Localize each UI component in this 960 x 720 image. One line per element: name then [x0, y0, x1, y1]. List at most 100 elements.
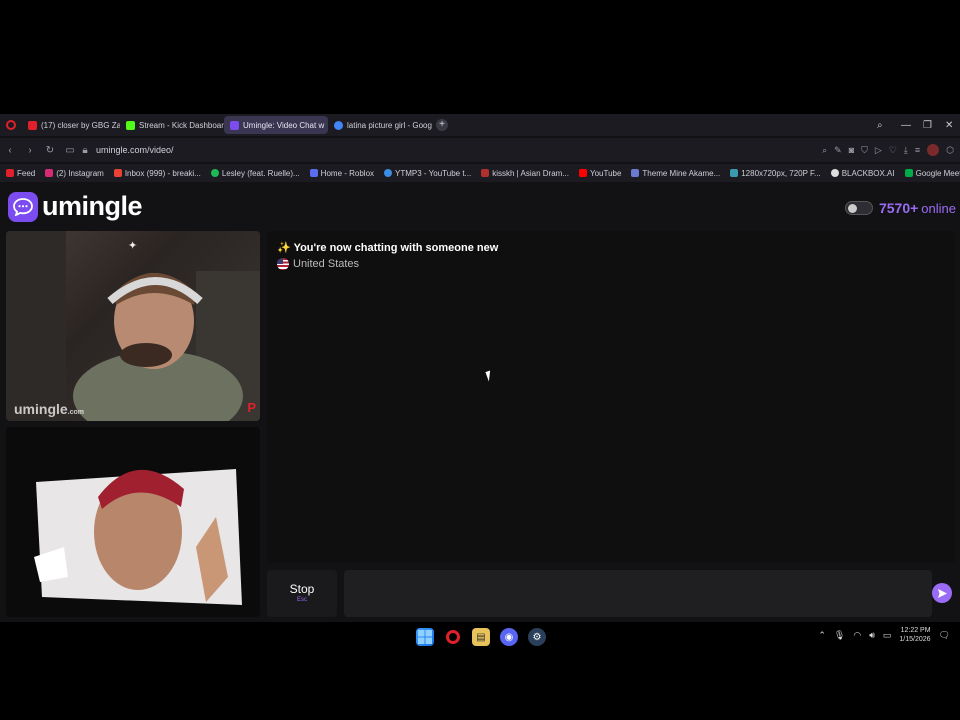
volume-icon[interactable]: 🔊︎	[869, 630, 875, 641]
opera-menu-icon[interactable]	[6, 120, 16, 130]
send-button[interactable]	[932, 583, 952, 603]
bookmark-inbox[interactable]: Inbox (999) - breaki...	[113, 169, 201, 178]
chat-log: ✨ You're now chatting with someone new U…	[267, 231, 955, 563]
bookmark-favicon-icon	[631, 169, 640, 177]
us-flag-icon	[277, 258, 289, 270]
chat-status-text: You're now chatting with someone new	[293, 242, 499, 254]
mouse-cursor-icon	[485, 370, 494, 382]
bookmark-favicon-icon	[384, 169, 393, 177]
download-icon[interactable]: ⤓	[904, 145, 908, 156]
restore-icon[interactable]: ❐	[923, 114, 932, 136]
file-explorer-icon[interactable]: ▤	[472, 628, 490, 646]
bookmark-roblox[interactable]: Home - Roblox	[309, 169, 374, 178]
forward-icon[interactable]: ›	[20, 145, 40, 156]
bookmark-feed[interactable]: Feed	[6, 169, 35, 178]
bookmark-favicon-icon	[830, 169, 839, 177]
system-tray: ⌃ 🎙︎ ◠ 🔊︎ ▭ 12:22 PM 1/15/2026 🗨︎	[818, 626, 950, 644]
stranger-video: ✦ umingle.com P	[6, 231, 260, 421]
bookmark-favicon-icon	[113, 169, 122, 177]
self-video	[6, 427, 260, 617]
bookmark-favicon-icon	[45, 169, 54, 177]
bookmark-favicon-icon	[904, 169, 913, 177]
address-bar: ‹ › ↻ ▭ 🔒︎ umingle.com/video/ ⌕ ✎ ◙ ⛉ ▷ …	[0, 138, 960, 162]
heart-icon[interactable]: ♡	[889, 145, 897, 156]
browser-tab-active[interactable]: Umingle: Video Chat w	[224, 116, 328, 134]
wifi-icon[interactable]: ◠	[853, 630, 861, 641]
menu-icon[interactable]: ≡	[915, 145, 920, 155]
clock[interactable]: 12:22 PM 1/15/2026	[899, 626, 930, 644]
screenshot-icon[interactable]: ▭	[60, 145, 80, 156]
bookmark-theme[interactable]: Theme Mine Akame...	[631, 169, 720, 178]
bookmark-meet[interactable]: Google Meet	[904, 169, 960, 178]
url-field[interactable]: umingle.com/video/	[96, 145, 174, 155]
steam-icon[interactable]: ⚙	[528, 628, 546, 646]
browser-tab[interactable]: (17) closer by GBG Zay | E	[22, 116, 120, 134]
self-video-frame	[34, 469, 242, 605]
sparkle-icon[interactable]: ✦	[128, 239, 137, 252]
notifications-icon[interactable]: 🗨︎	[939, 630, 950, 641]
show-hidden-icons-icon[interactable]: ⌃	[818, 630, 826, 641]
site-logo[interactable]: umingle	[8, 191, 143, 222]
bookmark-favicon-icon	[6, 169, 14, 177]
bookmark-favicon-icon	[730, 169, 739, 177]
bookmark-ytmp3[interactable]: YTMP3 - YouTube t...	[384, 169, 471, 178]
tab-title: Umingle: Video Chat w	[243, 120, 325, 130]
tab-favicon-icon	[334, 120, 343, 130]
windows-start-icon[interactable]	[416, 628, 434, 646]
microphone-icon[interactable]: 🎙︎	[834, 630, 845, 641]
bookmarks-bar: Feed (2) Instagram Inbox (999) - breaki.…	[0, 164, 960, 182]
stranger-country: United States	[277, 258, 359, 270]
browser-tab[interactable]: Stream - Kick Dashboard	[120, 116, 224, 134]
online-indicator: 7570+ online	[844, 200, 956, 216]
send-icon	[937, 588, 947, 598]
country-name: United States	[293, 258, 360, 270]
theme-toggle[interactable]	[844, 201, 873, 215]
online-label: online	[921, 200, 956, 216]
new-tab-button[interactable]: +	[436, 119, 448, 131]
bookmark-youtube[interactable]: YouTube	[578, 169, 621, 178]
online-count: 7570+	[878, 200, 919, 216]
message-input[interactable]	[344, 570, 932, 617]
tab-title: Stream - Kick Dashboard	[139, 120, 224, 130]
discord-icon[interactable]: ◉	[500, 628, 518, 646]
shield-icon[interactable]: ⛉	[861, 145, 868, 156]
stop-label: Stop	[289, 582, 315, 596]
browser-window: (17) closer by GBG Zay | E Stream - Kick…	[0, 114, 960, 622]
browser-tab[interactable]: latina picture girl - Google	[328, 116, 432, 134]
bookmark-kisskh[interactable]: kisskh | Asian Dram...	[481, 169, 569, 178]
opera-taskbar-icon[interactable]	[444, 628, 462, 646]
umingle-page: umingle 7570+ online ✦ umingle.com P ✨ Y…	[0, 184, 960, 622]
report-icon[interactable]: P	[247, 400, 256, 415]
lock-icon: 🔒︎	[82, 144, 88, 156]
battery-icon[interactable]: ▭	[883, 630, 892, 641]
chat-bubble-icon	[8, 191, 38, 222]
search-tabs-icon[interactable]: ⌕	[877, 114, 883, 136]
camera-icon[interactable]: ◙	[849, 145, 854, 155]
bookmark-favicon-icon	[309, 169, 318, 177]
clock-time: 12:22 PM	[900, 627, 931, 634]
close-window-icon[interactable]: ✕	[945, 114, 953, 136]
tab-favicon-icon	[230, 120, 239, 130]
play-icon[interactable]: ▷	[875, 145, 882, 156]
bookmark-blackbox[interactable]: BLACKBOX.AI	[830, 169, 895, 178]
search-page-icon[interactable]: ⌕	[822, 145, 827, 156]
stranger-video-frame	[6, 231, 260, 421]
reload-icon[interactable]: ↻	[40, 145, 60, 156]
clock-date: 1/15/2026	[899, 636, 931, 643]
back-icon[interactable]: ‹	[0, 145, 20, 156]
bookmark-wallpaper[interactable]: 1280x720px, 720P F...	[730, 169, 821, 178]
sparkles-icon: ✨	[277, 242, 291, 254]
bookmark-lesley[interactable]: Lesley (feat. Ruelle)...	[210, 169, 300, 178]
edit-icon[interactable]: ✎	[834, 145, 842, 156]
logo-text: umingle	[42, 191, 143, 221]
bookmark-instagram[interactable]: (2) Instagram	[45, 169, 104, 178]
minimize-icon[interactable]: —	[901, 114, 911, 136]
chat-status-message: ✨ You're now chatting with someone new	[277, 241, 498, 254]
profile-avatar[interactable]	[927, 144, 940, 156]
bookmark-favicon-icon	[210, 169, 219, 177]
tab-title: latina picture girl - Google	[347, 120, 432, 130]
video-watermark: umingle.com	[14, 401, 85, 417]
extensions-icon[interactable]: ⬡	[946, 145, 954, 156]
tab-favicon-icon	[126, 120, 135, 130]
stop-button[interactable]: Stop Esc	[267, 570, 337, 617]
